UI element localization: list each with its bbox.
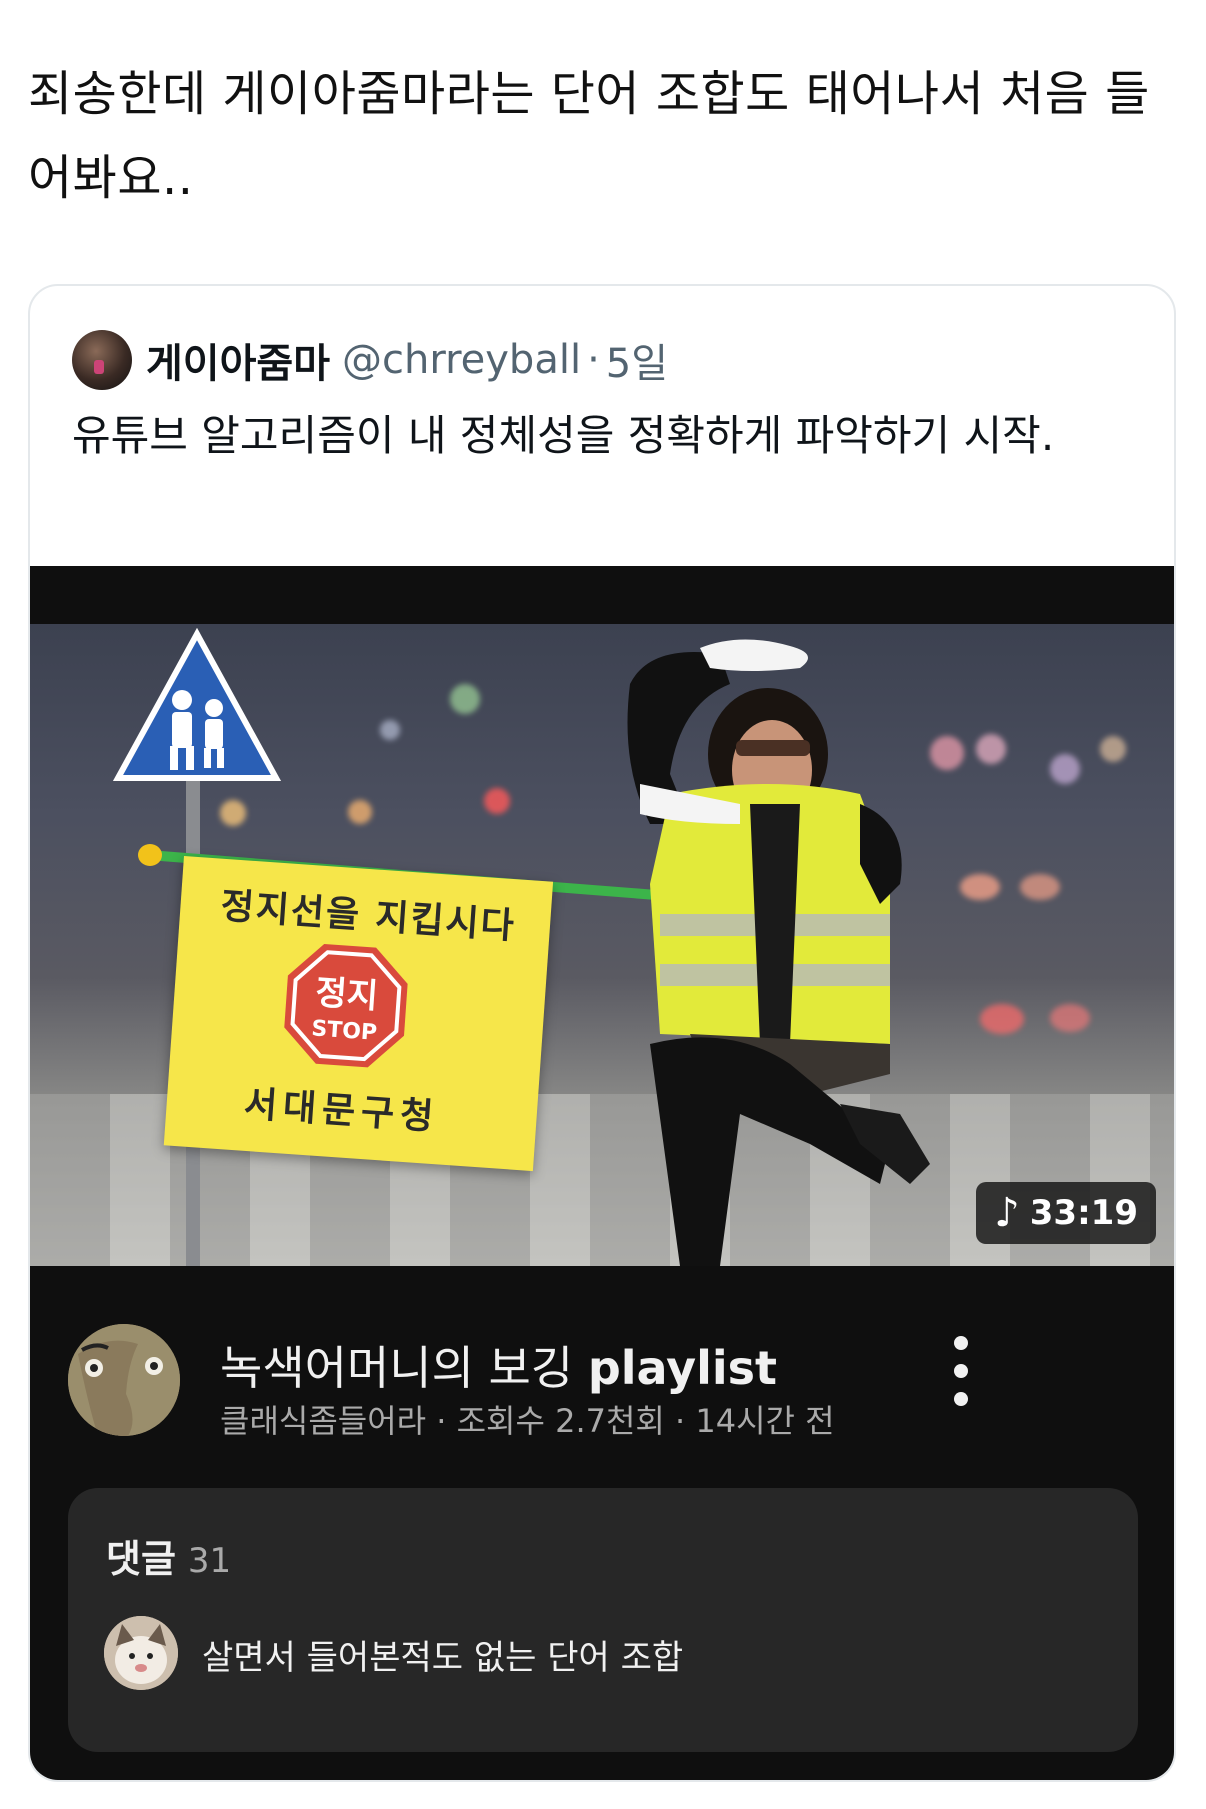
stop-sign-english: STOP [311,1016,378,1046]
quoted-tweet-header: 게이아줌마 @chrreyball · 5일 [72,328,668,392]
comments-label: 댓글 [106,1537,176,1581]
video-meta: 클래식좀들어라 · 조회수 2.7천회 · 14시간 전 [220,1402,835,1440]
stop-sign-icon: 정지 STOP [284,943,408,1068]
flag-tip [138,844,162,866]
quoted-author-avatar[interactable] [72,330,132,390]
music-note-icon: ♪ [994,1190,1020,1236]
video-title-english: playlist [587,1341,778,1395]
more-vertical-icon[interactable] [946,1336,976,1406]
separator-dot: · [587,337,600,383]
tweet-text: 죄송한데 게이아줌마라는 단어 조합도 태어나서 처음 들어봐요.. [28,66,1150,206]
video-duration-badge: ♪ 33:19 [976,1182,1156,1244]
commenter-avatar [104,1616,178,1690]
channel-avatar[interactable] [68,1324,180,1436]
video-title[interactable]: 녹색어머니의 보깅 playlist [220,1332,777,1398]
video-duration: 33:19 [1029,1193,1138,1233]
video-thumbnail[interactable]: 정지선을 지킵시다 정지 STOP 서대문구청 ♪ 33:19 [30,624,1174,1266]
quoted-tweet-card[interactable]: 게이아줌마 @chrreyball · 5일 유튜브 알고리즘이 내 정체성을 … [28,284,1176,1782]
quoted-author-handle[interactable]: @chrreyball [342,337,581,383]
youtube-screenshot: 정지선을 지킵시다 정지 STOP 서대문구청 ♪ 33:19 녹색어머니의 보… [30,566,1174,1780]
comments-count: 31 [187,1541,232,1581]
quoted-author-name[interactable]: 게이아줌마 [146,331,330,389]
comments-panel[interactable]: 댓글 31 살면서 들어본적도 없는 단어 조합 [68,1488,1138,1752]
crossing-guard-figure [627,639,930,1266]
stop-line-flag: 정지선을 지킵시다 정지 STOP 서대문구청 [163,856,554,1172]
school-zone-sign-icon [112,628,282,781]
flag-top-text: 정지선을 지킵시다 [219,885,518,948]
stop-sign-korean: 정지 [314,973,379,1017]
top-comment-text: 살면서 들어본적도 없는 단어 조합 [202,1638,684,1678]
video-title-korean: 녹색어머니의 보깅 [220,1341,588,1395]
quoted-tweet-text: 유튜브 알고리즘이 내 정체성을 정확하게 파악하기 시작. [72,411,1055,460]
comments-header: 댓글 31 [106,1528,231,1583]
flag-bottom-text: 서대문구청 [242,1083,441,1139]
quoted-tweet-time[interactable]: 5일 [606,331,668,389]
video-info-row: 녹색어머니의 보깅 playlist 클래식좀들어라 · 조회수 2.7천회 ·… [30,1286,1174,1440]
